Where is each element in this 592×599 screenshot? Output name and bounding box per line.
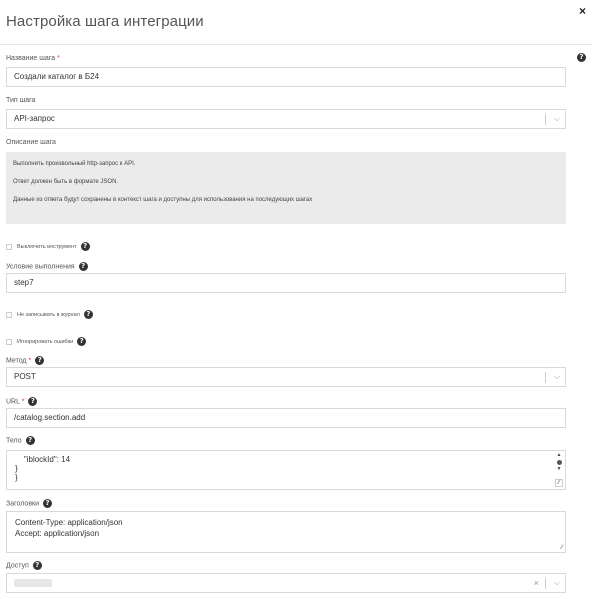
scroll-up-icon[interactable]: ▲ [556, 453, 562, 458]
no-log-checkbox[interactable] [6, 311, 12, 318]
chevron-down-icon[interactable]: ⌵ [554, 574, 560, 592]
description-line: Ответ должен быть в формате JSON. [13, 179, 119, 185]
code-line: "iblockId": 14 [15, 455, 71, 464]
help-icon[interactable]: ? [35, 356, 45, 365]
scroll-down-icon[interactable]: ▼ [556, 467, 562, 472]
condition-label: Условие выполнения? [6, 262, 88, 271]
modal-header: Настройка шага интеграции × [0, 0, 592, 45]
description-line: Данные из ответа будут сохранены в конте… [13, 197, 313, 203]
close-icon[interactable]: × [579, 4, 586, 18]
headers-textarea[interactable]: Content-Type: application/json Accept: a… [6, 511, 566, 553]
help-icon[interactable]: ? [25, 436, 35, 445]
help-icon[interactable]: ? [32, 561, 42, 570]
step-name-input[interactable]: Создали каталог в Б24 [6, 67, 566, 87]
code-line: } [15, 464, 18, 473]
divider [545, 114, 546, 125]
headers-line: Accept: application/json [15, 529, 100, 538]
required-mark: * [21, 398, 25, 406]
code-line: } [15, 473, 18, 482]
url-label: URL *? [6, 397, 38, 406]
help-icon[interactable]: ? [80, 242, 90, 251]
required-mark: * [56, 55, 60, 62]
description-line: Выполнить произвольный http-запрос к API… [13, 161, 136, 167]
required-mark: * [28, 357, 32, 365]
ignore-errors-row: Игнорировать ошибки ? [6, 337, 87, 346]
modal-title: Настройка шага интеграции [6, 13, 204, 30]
help-icon[interactable]: ? [78, 262, 88, 271]
disable-tool-label: Выключить инструмент [17, 243, 77, 250]
access-label: Доступ? [6, 561, 42, 570]
ignore-errors-label: Игнорировать ошибки [17, 338, 74, 345]
headers-line: Content-Type: application/json [15, 518, 123, 527]
headers-label: Заголовки? [6, 499, 53, 508]
body-label: Тело? [6, 436, 35, 445]
step-type-select[interactable]: API-запрос ⌵ [6, 109, 566, 129]
access-value-blurred [14, 578, 52, 587]
step-type-label: Тип шага [6, 97, 36, 104]
resize-handle-icon[interactable]: ⁄⁄ [555, 479, 563, 487]
access-select[interactable]: × ⌵ [6, 573, 566, 593]
condition-input[interactable]: step7 [6, 273, 566, 293]
url-input[interactable]: /catalog.section.add [6, 408, 566, 428]
ignore-errors-checkbox[interactable] [6, 338, 12, 345]
no-log-row: Не записывать в журнал ? [6, 310, 93, 319]
scrollbar[interactable]: ▲ ▼ [556, 453, 562, 479]
chevron-down-icon[interactable]: ⌵ [554, 110, 560, 128]
description-label: Описание шага [6, 139, 56, 146]
no-log-label: Не записывать в журнал [17, 311, 80, 318]
divider [545, 578, 546, 589]
scroll-thumb[interactable] [556, 460, 562, 465]
method-label: Метод *? [6, 356, 45, 365]
disable-tool-row: Выключить инструмент ? [6, 242, 90, 251]
disable-tool-checkbox[interactable] [6, 243, 12, 250]
divider [545, 372, 546, 383]
description-box: Выполнить произвольный http-запрос к API… [6, 152, 566, 224]
resize-grip-icon[interactable]: ⁄⁄ [561, 545, 563, 551]
help-icon[interactable]: ? [43, 499, 53, 508]
step-type-value: API-запрос [14, 114, 55, 123]
help-icon[interactable]: ? [83, 310, 93, 319]
step-name-label: Название шага * [6, 55, 60, 62]
help-icon[interactable]: ? [577, 53, 586, 62]
method-value: POST [14, 372, 36, 381]
method-select[interactable]: POST ⌵ [6, 367, 566, 387]
chevron-down-icon[interactable]: ⌵ [554, 368, 560, 386]
help-icon[interactable]: ? [28, 397, 38, 406]
body-editor[interactable]: "iblockId": 14 } } ▲ ▼ ⁄⁄ [6, 450, 566, 490]
help-icon[interactable]: ? [77, 337, 87, 346]
clear-icon[interactable]: × [534, 574, 539, 592]
